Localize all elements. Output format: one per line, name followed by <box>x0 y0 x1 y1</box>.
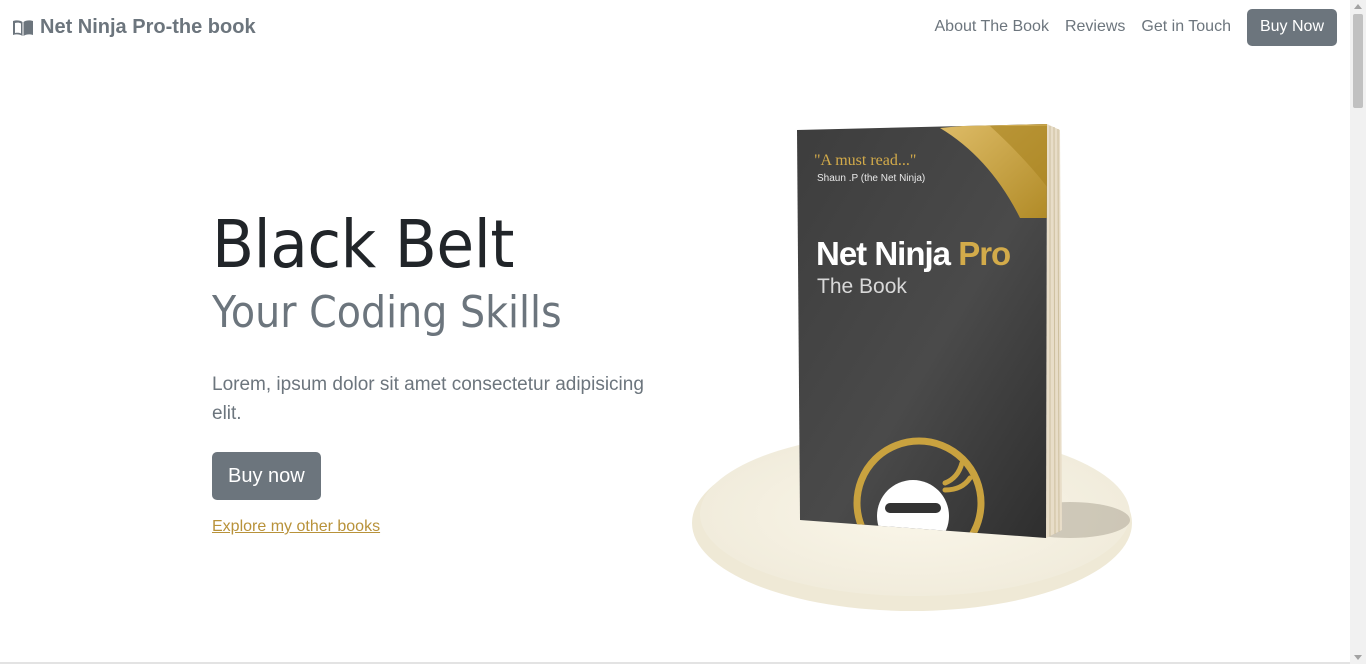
cover-title-main: Net Ninja Pro <box>816 235 1010 272</box>
book-illustration: "A must read..." Shaun .P (the Net Ninja… <box>690 118 1140 618</box>
nav-link-reviews[interactable]: Reviews <box>1057 8 1133 46</box>
book-icon <box>13 19 33 36</box>
buy-now-button[interactable]: Buy now <box>212 452 321 500</box>
explore-books-link[interactable]: Explore my other books <box>212 518 380 536</box>
cover-quote-author: Shaun .P (the Net Ninja) <box>817 173 925 184</box>
brand-text: Net Ninja Pro-the book <box>40 16 256 38</box>
hero-subtitle: Your Coding Skills <box>212 287 562 338</box>
nav-links: About The Book Reviews Get in Touch Buy … <box>927 8 1337 46</box>
brand-link[interactable]: Net Ninja Pro-the book <box>12 16 256 39</box>
scroll-thumb[interactable] <box>1353 14 1363 108</box>
cover-quote: "A must read..." <box>814 152 916 169</box>
buy-now-nav-button[interactable]: Buy Now <box>1246 8 1337 46</box>
scroll-down-arrow-icon[interactable] <box>1354 655 1362 660</box>
nav-link-contact[interactable]: Get in Touch <box>1133 8 1239 46</box>
cover-subtitle: The Book <box>817 275 907 298</box>
vertical-scrollbar[interactable] <box>1350 0 1366 664</box>
hero-title: Black Belt <box>212 206 514 283</box>
hero-lead: Lorem, ipsum dolor sit amet consectetur … <box>212 374 644 424</box>
hero-section: Black Belt Your Coding Skills Lorem, ips… <box>212 206 652 536</box>
navbar: Net Ninja Pro-the book About The Book Re… <box>0 0 1350 56</box>
scroll-up-arrow-icon[interactable] <box>1354 4 1362 9</box>
book-image: "A must read..." Shaun .P (the Net Ninja… <box>692 124 1132 611</box>
nav-link-about[interactable]: About The Book <box>927 8 1057 46</box>
